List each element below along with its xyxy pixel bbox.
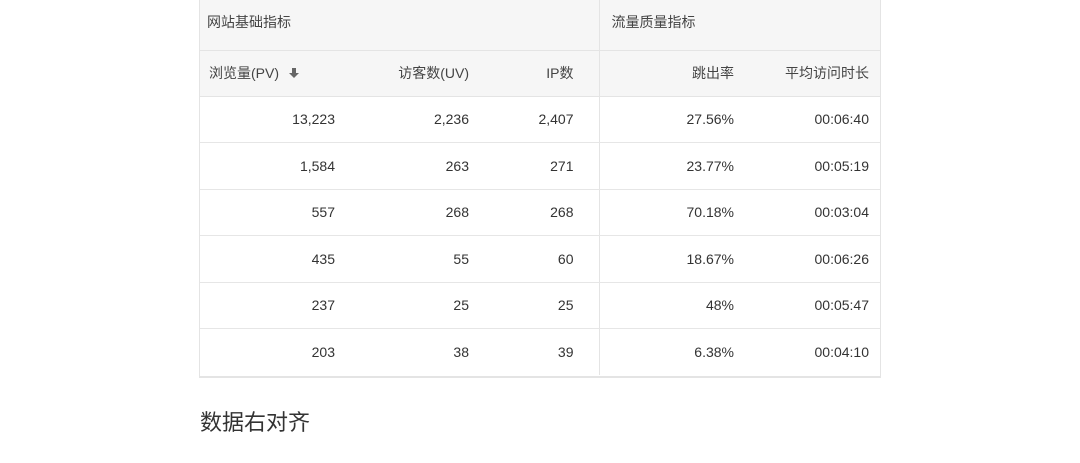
cell-uv: 55 — [335, 235, 469, 283]
cell-spacer — [869, 142, 881, 190]
table-row: 237 25 25 48% 00:05:47 — [200, 282, 881, 329]
table-row: 203 38 39 6.38% 00:04:10 — [200, 328, 880, 376]
cell-uv: 25 — [335, 282, 469, 329]
caption-text: 数据右对齐 — [200, 411, 311, 436]
cell-uv: 38 — [453, 344, 469, 360]
cell-bounce: 27.56% — [599, 96, 734, 143]
column-header-row: 浏览量(PV) 访客数(UV) IP数 跳出率 平均访问时长 — [200, 50, 881, 97]
cell-uv: 2,236 — [335, 96, 469, 143]
table-row: 13,223 2,236 2,407 27.56% 00:06:40 — [200, 96, 881, 143]
cell-spacer — [869, 189, 881, 236]
column-header-pv[interactable]: 浏览量(PV) — [200, 50, 335, 97]
column-header-bounce-label: 跳出率 — [692, 65, 734, 81]
table-row: 1,584 263 271 23.77% 00:05:19 — [200, 142, 881, 190]
data-table: 网站基础指标 流量质量指标 浏览量(PV) 访客数(UV) IP数 跳出率 平均… — [200, 0, 881, 376]
data-table-container: 网站基础指标 流量质量指标 浏览量(PV) 访客数(UV) IP数 跳出率 平均… — [199, 0, 881, 378]
cell-ip: 25 — [469, 282, 600, 329]
group-header-basic: 网站基础指标 — [200, 0, 600, 51]
column-header-bounce[interactable]: 跳出率 — [599, 50, 734, 97]
cell-bounce: 23.77% — [599, 142, 734, 190]
column-header-pv-label: 浏览量(PV) — [209, 65, 279, 81]
cell-pv: 557 — [200, 189, 335, 236]
cell-avg-time: 00:04:10 — [814, 344, 870, 360]
cell-ip: 268 — [469, 189, 600, 236]
cell-avg-time: 00:06:26 — [734, 235, 869, 283]
cell-uv: 263 — [335, 142, 469, 190]
cell-bounce: 48% — [599, 282, 734, 329]
cell-spacer — [869, 235, 881, 283]
cell-avg-time: 00:05:19 — [734, 142, 869, 190]
arrow-down-icon[interactable] — [289, 67, 299, 79]
cell-bounce: 6.38% — [694, 344, 734, 360]
group-header-row: 网站基础指标 流量质量指标 — [200, 0, 881, 51]
cell-avg-time: 00:03:04 — [734, 189, 869, 236]
cell-pv: 203 — [311, 344, 335, 360]
column-header-uv-label: 访客数(UV) — [398, 65, 469, 81]
cell-ip: 271 — [469, 142, 600, 190]
column-header-spacer — [869, 50, 881, 97]
table-row: 435 55 60 18.67% 00:06:26 — [200, 235, 881, 283]
cell-avg-time: 00:05:47 — [734, 282, 869, 329]
cell-ip: 39 — [469, 328, 600, 375]
cell-pv: 435 — [200, 235, 335, 283]
column-header-avg-time[interactable]: 平均访问时长 — [734, 50, 869, 97]
cell-avg-time: 00:06:40 — [734, 96, 869, 143]
cell-bounce: 70.18% — [599, 189, 734, 236]
cell-uv: 268 — [335, 189, 469, 236]
group-header-quality: 流量质量指标 — [599, 0, 881, 51]
cell-ip: 60 — [469, 235, 600, 283]
column-header-uv[interactable]: 访客数(UV) — [335, 50, 469, 97]
column-header-avg-time-label: 平均访问时长 — [785, 65, 869, 81]
table-header: 网站基础指标 流量质量指标 浏览量(PV) 访客数(UV) IP数 跳出率 平均… — [200, 0, 881, 97]
cell-spacer — [869, 329, 880, 376]
table-body: 13,223 2,236 2,407 27.56% 00:06:40 1,584… — [200, 96, 881, 376]
column-header-ip-label: IP数 — [546, 65, 574, 81]
table-row: 557 268 268 70.18% 00:03:04 — [200, 189, 881, 236]
column-header-ip[interactable]: IP数 — [469, 50, 600, 97]
cell-spacer — [869, 282, 881, 329]
cell-pv: 1,584 — [200, 142, 335, 190]
cell-bounce: 18.67% — [599, 235, 734, 283]
cell-pv: 13,223 — [200, 96, 335, 143]
cell-ip: 2,407 — [469, 96, 600, 143]
cell-pv: 237 — [200, 282, 335, 329]
cell-spacer — [869, 96, 881, 143]
